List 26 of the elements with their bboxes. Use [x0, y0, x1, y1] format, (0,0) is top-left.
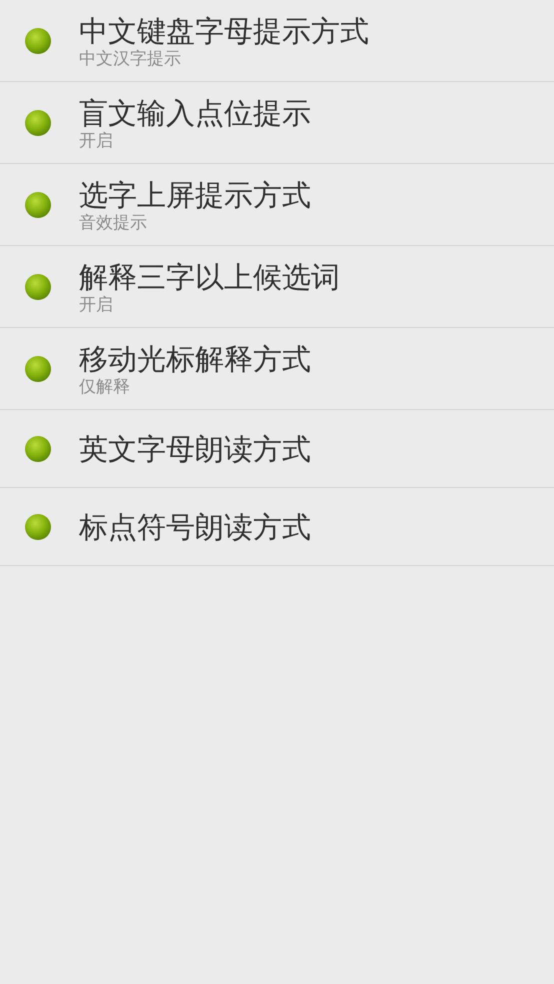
- setting-title: 盲文输入点位提示: [79, 94, 311, 130]
- setting-summary: 开启: [79, 294, 114, 314]
- setting-summary: 开启: [79, 130, 114, 150]
- dot-icon: [24, 108, 52, 136]
- settings-item[interactable]: 盲文输入点位提示 开启: [0, 82, 554, 164]
- dot-icon: [24, 434, 52, 462]
- dot-icon: [24, 512, 52, 540]
- setting-title: 中文键盘字母提示方式: [79, 12, 369, 48]
- setting-title: 英文字母朗读方式: [79, 430, 311, 466]
- setting-summary: 仅解释: [79, 376, 131, 396]
- setting-title: 标点符号朗读方式: [79, 508, 311, 544]
- settings-item[interactable]: 英文字母朗读方式: [0, 410, 554, 488]
- settings-item[interactable]: 标点符号朗读方式: [0, 488, 554, 566]
- settings-item[interactable]: 移动光标解释方式 仅解释: [0, 328, 554, 410]
- dot-icon: [24, 190, 52, 218]
- setting-title: 解释三字以上候选词: [79, 258, 340, 294]
- dot-icon: [24, 354, 52, 382]
- setting-summary: 音效提示: [79, 212, 148, 232]
- setting-title: 移动光标解释方式: [79, 340, 311, 376]
- settings-item[interactable]: 解释三字以上候选词 开启: [0, 246, 554, 328]
- dot-icon: [24, 272, 52, 300]
- settings-item[interactable]: 中文键盘字母提示方式 中文汉字提示: [0, 0, 554, 82]
- dot-icon: [24, 26, 52, 54]
- setting-title: 选字上屏提示方式: [79, 176, 311, 212]
- setting-summary: 中文汉字提示: [79, 48, 182, 68]
- settings-item[interactable]: 选字上屏提示方式 音效提示: [0, 164, 554, 246]
